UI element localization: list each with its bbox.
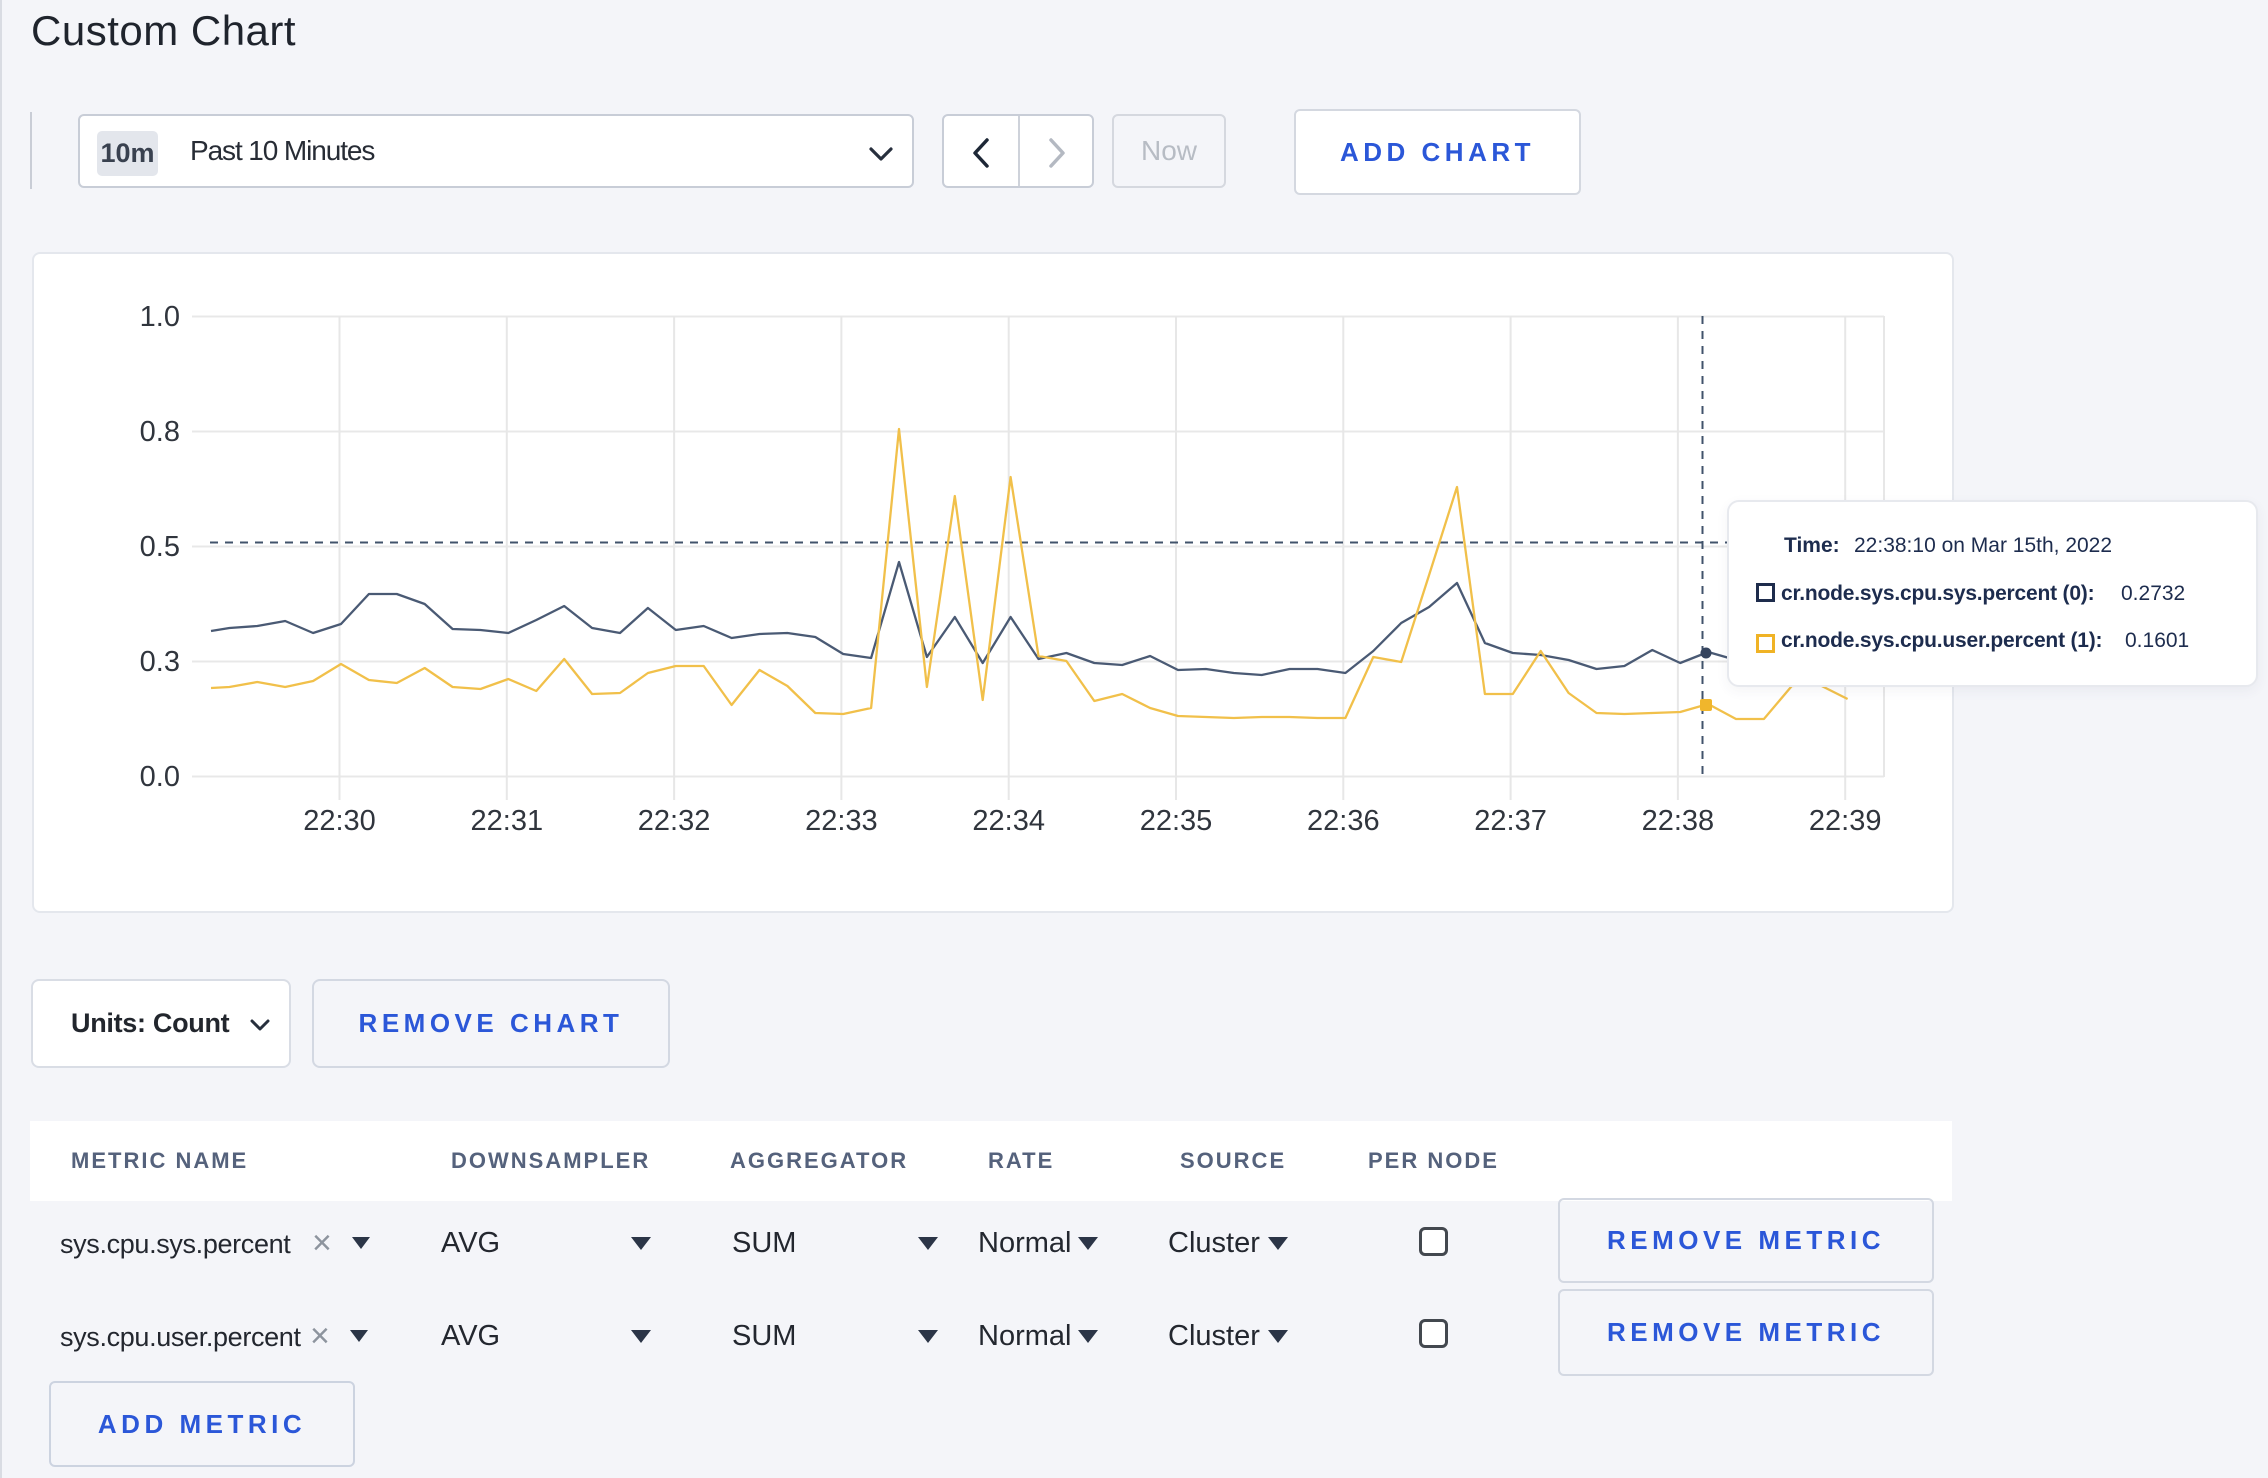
svg-text:0.8: 0.8: [140, 416, 180, 448]
svg-text:22:35: 22:35: [1140, 805, 1213, 837]
svg-text:22:38: 22:38: [1642, 805, 1715, 837]
svg-text:22:32: 22:32: [638, 805, 711, 837]
svg-text:22:36: 22:36: [1307, 805, 1380, 837]
svg-text:22:31: 22:31: [471, 805, 544, 837]
svg-text:0.3: 0.3: [140, 646, 180, 678]
svg-text:0.5: 0.5: [140, 531, 180, 563]
svg-text:1.0: 1.0: [140, 301, 180, 333]
svg-text:22:30: 22:30: [303, 805, 376, 837]
svg-text:22:37: 22:37: [1474, 805, 1547, 837]
svg-text:22:34: 22:34: [972, 805, 1045, 837]
svg-text:0.0: 0.0: [140, 761, 180, 793]
svg-text:22:39: 22:39: [1809, 805, 1882, 837]
svg-text:22:33: 22:33: [805, 805, 878, 837]
